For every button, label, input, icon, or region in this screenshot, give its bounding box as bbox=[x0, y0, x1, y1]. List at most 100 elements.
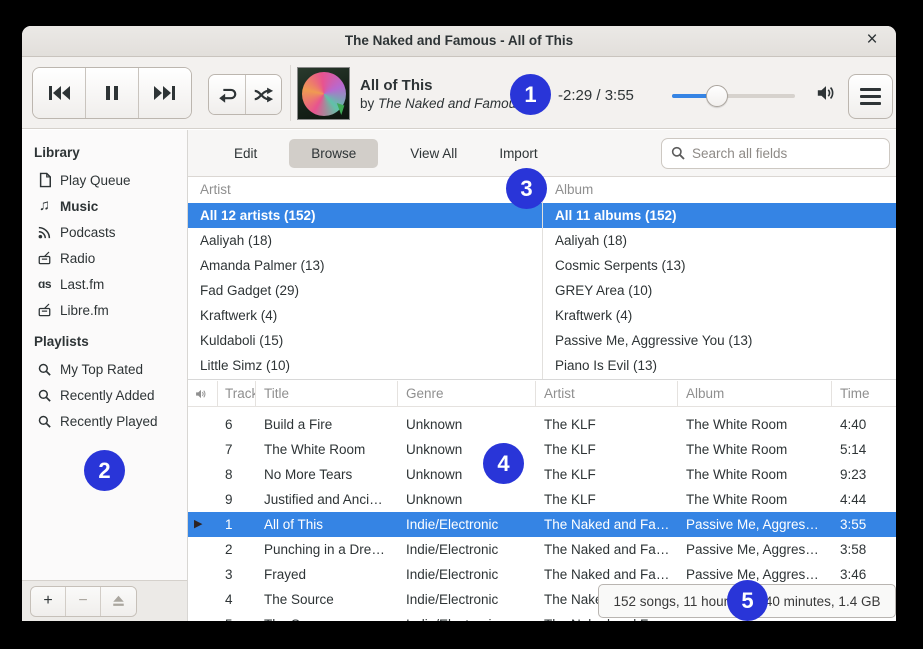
title-column-header[interactable]: Title bbox=[256, 381, 398, 406]
close-button[interactable]: × bbox=[860, 26, 884, 56]
artist-row[interactable]: Little Simz (10) bbox=[188, 353, 542, 378]
app-menu-button[interactable] bbox=[848, 74, 893, 119]
artist-row[interactable]: Aaliyah (18) bbox=[188, 228, 542, 253]
volume-icon[interactable] bbox=[815, 83, 837, 103]
artist-row[interactable]: All 12 artists (152) bbox=[188, 203, 542, 228]
sidebar-item-recently-played[interactable]: Recently Played bbox=[22, 408, 187, 434]
search-box[interactable] bbox=[661, 138, 890, 169]
sidebar-item-radio[interactable]: Radio bbox=[22, 245, 187, 271]
sidebar-item-label: Last.fm bbox=[60, 277, 104, 292]
album-column-header[interactable]: Album bbox=[678, 381, 832, 406]
artist-row[interactable]: Amanda Palmer (13) bbox=[188, 253, 542, 278]
artist-column-header[interactable]: Artist bbox=[536, 381, 678, 406]
repeat-button[interactable] bbox=[209, 75, 246, 114]
remove-playlist-button[interactable]: − bbox=[66, 587, 101, 616]
table-row[interactable]: 2 Punching in a Dre… Indie/Electronic Th… bbox=[188, 537, 896, 562]
titlebar[interactable]: The Naked and Famous - All of This × bbox=[22, 26, 896, 57]
search-input[interactable] bbox=[692, 146, 881, 161]
album-row[interactable]: Aaliyah (18) bbox=[543, 228, 896, 253]
next-icon bbox=[151, 81, 179, 105]
radio-icon bbox=[36, 302, 53, 318]
library-header: Library bbox=[22, 138, 187, 167]
pause-icon bbox=[102, 81, 122, 105]
sidebar-item-label: Radio bbox=[60, 251, 95, 266]
sidebar-item-play-queue[interactable]: Play Queue bbox=[22, 167, 187, 193]
library-browser: Artist All 12 artists (152) Aaliyah (18)… bbox=[188, 177, 896, 380]
artist-column-header[interactable]: Artist bbox=[188, 177, 542, 203]
app-window: The Naked and Famous - All of This × bbox=[22, 26, 896, 621]
sidebar-item-label: Recently Added bbox=[60, 388, 155, 403]
eject-button[interactable] bbox=[101, 587, 136, 616]
table-row[interactable]: 8 No More Tears Unknown The KLF The Whit… bbox=[188, 462, 896, 487]
now-playing-title: All of This bbox=[360, 77, 523, 95]
artist-pane: Artist All 12 artists (152) Aaliyah (18)… bbox=[188, 177, 543, 379]
album-row[interactable]: Piano Is Evil (13) bbox=[543, 353, 896, 378]
track-column-header[interactable]: Track bbox=[218, 381, 256, 406]
playing-column-header[interactable] bbox=[188, 381, 218, 406]
table-row[interactable]: 7 The White Room Unknown The KLF The Whi… bbox=[188, 437, 896, 462]
sidebar-item-podcasts[interactable]: Podcasts bbox=[22, 219, 187, 245]
music-note-icon: ♫ bbox=[36, 199, 53, 213]
sidebar-item-recently-added[interactable]: Recently Added bbox=[22, 382, 187, 408]
playback-mode-controls bbox=[208, 74, 282, 115]
lastfm-icon: ɑs bbox=[36, 277, 53, 291]
previous-button[interactable] bbox=[33, 68, 86, 118]
view-all-button[interactable]: View All bbox=[400, 139, 467, 168]
sidebar-item-lastfm[interactable]: ɑs Last.fm bbox=[22, 271, 187, 297]
shuffle-button[interactable] bbox=[246, 75, 282, 114]
album-pane: Album All 11 albums (152) Aaliyah (18) C… bbox=[543, 177, 896, 379]
add-playlist-button[interactable]: + bbox=[31, 587, 66, 616]
next-button[interactable] bbox=[139, 68, 191, 118]
repeat-icon bbox=[216, 84, 238, 106]
play-indicator-icon: ▶ bbox=[194, 512, 202, 537]
edit-button[interactable]: Edit bbox=[224, 139, 267, 168]
annotation-badge-4: 4 bbox=[483, 443, 524, 484]
artist-row[interactable]: Kuldaboli (15) bbox=[188, 328, 542, 353]
seek-slider[interactable] bbox=[672, 85, 795, 107]
table-row[interactable]: 6 Build a Fire Unknown The KLF The White… bbox=[188, 412, 896, 437]
document-icon bbox=[36, 172, 53, 188]
album-column-header[interactable]: Album bbox=[543, 177, 896, 203]
radio-icon bbox=[36, 250, 53, 266]
genre-column-header[interactable]: Genre bbox=[398, 381, 536, 406]
sidebar-item-label: Recently Played bbox=[60, 414, 158, 429]
action-bar: Edit Browse View All Import bbox=[188, 130, 896, 177]
album-art bbox=[297, 67, 350, 120]
playlists-header: Playlists bbox=[22, 327, 187, 356]
search-icon bbox=[670, 145, 686, 161]
sidebar-item-label: Music bbox=[60, 199, 98, 214]
search-icon bbox=[36, 414, 53, 429]
seek-handle[interactable] bbox=[706, 85, 728, 107]
menu-icon bbox=[860, 88, 881, 105]
time-column-header[interactable]: Time bbox=[832, 381, 896, 406]
transport-controls bbox=[32, 67, 192, 119]
sidebar-item-librefm[interactable]: Libre.fm bbox=[22, 297, 187, 323]
browse-button[interactable]: Browse bbox=[289, 139, 378, 168]
time-display: -2:29 / 3:55 bbox=[558, 87, 634, 104]
artist-row[interactable]: Kraftwerk (4) bbox=[188, 303, 542, 328]
toolbar-separator bbox=[290, 65, 291, 121]
sidebar-item-music[interactable]: ♫ Music bbox=[22, 193, 187, 219]
album-row[interactable]: All 11 albums (152) bbox=[543, 203, 896, 228]
import-button[interactable]: Import bbox=[489, 139, 547, 168]
table-row[interactable]: 9 Justified and Anci… Unknown The KLF Th… bbox=[188, 487, 896, 512]
artist-row[interactable]: Fad Gadget (29) bbox=[188, 278, 542, 303]
album-row[interactable]: Cosmic Serpents (13) bbox=[543, 253, 896, 278]
album-row[interactable]: Passive Me, Aggressive You (13) bbox=[543, 328, 896, 353]
annotation-badge-1: 1 bbox=[510, 74, 551, 115]
screenshot-background: The Naked and Famous - All of This × bbox=[0, 0, 923, 649]
album-row[interactable]: GREY Area (10) bbox=[543, 278, 896, 303]
pause-button[interactable] bbox=[86, 68, 139, 118]
table-row-selected-playing[interactable]: ▶ 1 All of This Indie/Electronic The Nak… bbox=[188, 512, 896, 537]
album-row[interactable]: Kraftwerk (4) bbox=[543, 303, 896, 328]
previous-icon bbox=[45, 81, 73, 105]
sidebar-item-my-top-rated[interactable]: My Top Rated bbox=[22, 356, 187, 382]
sidebar-action-bar: + − bbox=[22, 580, 187, 621]
sidebar-item-label: Play Queue bbox=[60, 173, 131, 188]
sidebar: Library Play Queue ♫ Music bbox=[22, 130, 188, 621]
annotation-badge-3: 3 bbox=[506, 168, 547, 209]
sidebar-item-label: Libre.fm bbox=[60, 303, 109, 318]
speaker-column-icon bbox=[194, 388, 208, 400]
annotation-badge-5: 5 bbox=[727, 580, 768, 621]
track-list-header: Track Title Genre Artist Album Time bbox=[188, 381, 896, 407]
